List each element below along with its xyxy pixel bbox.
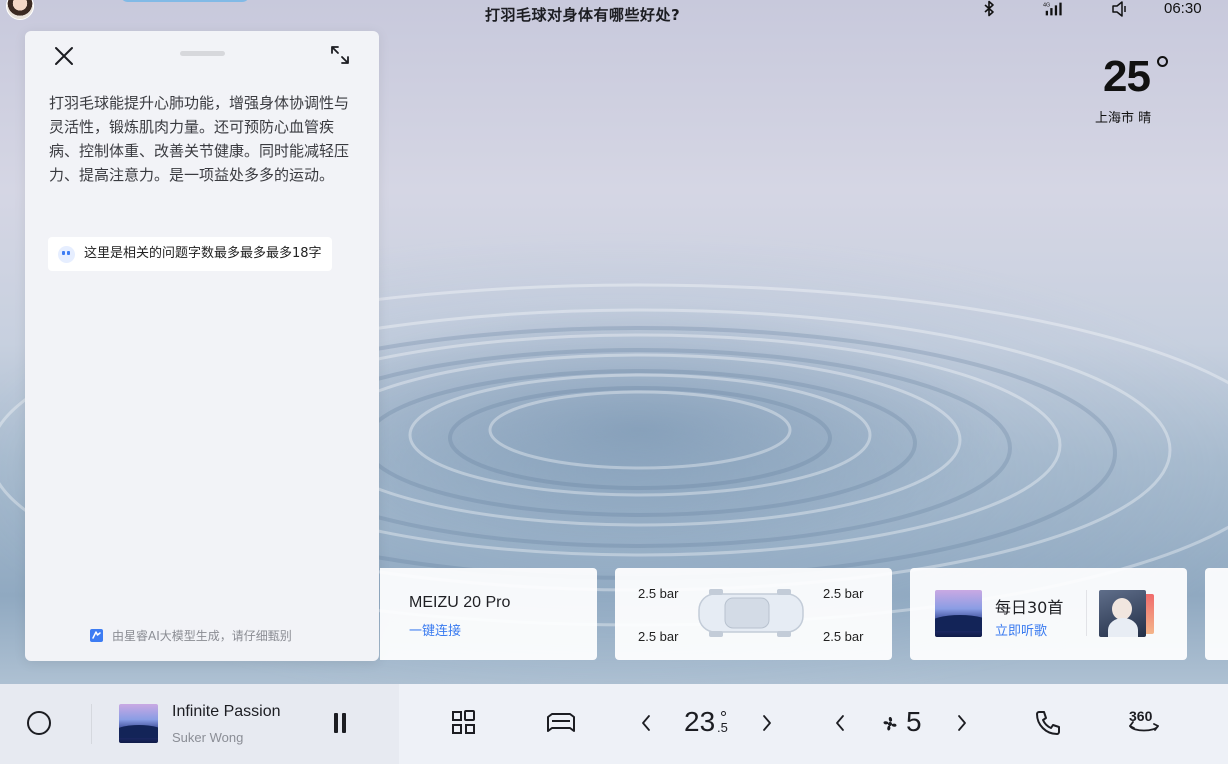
- tire-front-left: 2.5 bar: [638, 586, 679, 601]
- playlist-title: 每日30首: [995, 598, 1064, 617]
- divider: [91, 704, 92, 744]
- bluetooth-icon: [984, 0, 994, 17]
- tire-pressure-card[interactable]: 2.5 bar 2.5 bar 2.5 bar 2.5 bar: [615, 568, 892, 660]
- tire-rear-left: 2.5 bar: [638, 629, 679, 644]
- related-question-label: 这里是相关的问题字数最多最多最多18字: [84, 246, 322, 261]
- artist-photo[interactable]: [1099, 590, 1146, 637]
- status-bar: 打羽毛球对身体有哪些好处? 4G 06:30: [0, 0, 1228, 30]
- next-card[interactable]: [1205, 568, 1228, 660]
- degree-icon: [1157, 56, 1168, 67]
- degree-icon: [721, 711, 726, 716]
- tire-front-right: 2.5 bar: [823, 586, 864, 601]
- bottom-dock: Infinite Passion Suker Wong 23 .5 5 360: [0, 684, 1228, 764]
- ai-disclaimer: 由星睿AI大模型生成，请仔细甄别: [89, 627, 292, 644]
- camera-360-icon[interactable]: 360: [1125, 706, 1163, 740]
- cabin-temperature: 23: [684, 706, 716, 737]
- apps-grid-icon[interactable]: [449, 708, 479, 738]
- expand-icon[interactable]: [328, 43, 352, 67]
- weather-temperature: 25: [1103, 52, 1151, 101]
- weather-location: 上海市 晴: [1095, 111, 1152, 126]
- tire-rear-right: 2.5 bar: [823, 629, 864, 644]
- phone-name: MEIZU 20 Pro: [409, 594, 511, 611]
- home-icon[interactable]: [27, 711, 51, 735]
- drag-handle[interactable]: [180, 51, 225, 56]
- quote-icon: [58, 246, 75, 263]
- ai-disclaimer-text: 由星睿AI大模型生成，请仔细甄别: [112, 629, 292, 643]
- related-question-chip[interactable]: 这里是相关的问题字数最多最多最多18字: [48, 237, 332, 271]
- fan-speed: 5: [906, 706, 922, 737]
- clock: 06:30: [1164, 0, 1202, 17]
- now-playing-title: Infinite Passion: [172, 703, 281, 720]
- divider: [1086, 590, 1087, 636]
- temperature-decrease-icon[interactable]: [640, 714, 652, 732]
- svg-text:4G: 4G: [1043, 2, 1050, 8]
- playlist-cover: [935, 590, 982, 637]
- now-playing-artist: Suker Wong: [172, 730, 244, 745]
- music-recommend-card[interactable]: 每日30首 立即听歌: [910, 568, 1187, 660]
- now-playing-cover[interactable]: [119, 704, 158, 743]
- volume-icon: [1112, 1, 1126, 17]
- pause-icon[interactable]: [331, 713, 349, 735]
- phone-connect-card[interactable]: MEIZU 20 Pro 一键连接: [380, 568, 597, 660]
- signal-icon: 4G: [1043, 2, 1062, 16]
- fan-icon: [883, 716, 897, 731]
- close-icon[interactable]: [53, 45, 75, 67]
- user-avatar[interactable]: [6, 0, 34, 20]
- car-seat-icon[interactable]: [544, 708, 578, 738]
- car-top-view-icon: [698, 589, 804, 637]
- dock-media-section: Infinite Passion Suker Wong: [0, 684, 399, 764]
- cabin-temperature-decimal: .5: [717, 720, 728, 735]
- artist-photo-stack: [1146, 594, 1154, 634]
- listen-now-link[interactable]: 立即听歌: [995, 620, 1047, 639]
- ai-model-icon: [90, 629, 103, 642]
- voice-assistant-indicator: [120, 0, 250, 2]
- fan-increase-icon[interactable]: [956, 714, 968, 732]
- ai-answer-panel: 打羽毛球能提升心肺功能，增强身体协调性与灵活性，锻炼肌肉力量。还可预防心血管疾病…: [25, 31, 379, 661]
- ai-answer-text: 打羽毛球能提升心肺功能，增强身体协调性与灵活性，锻炼肌肉力量。还可预防心血管疾病…: [49, 94, 350, 184]
- phone-connect-link[interactable]: 一键连接: [409, 620, 461, 639]
- voice-query-text: 打羽毛球对身体有哪些好处?: [485, 6, 681, 24]
- fan-decrease-icon[interactable]: [834, 714, 846, 732]
- temperature-increase-icon[interactable]: [761, 714, 773, 732]
- phone-icon[interactable]: [1033, 708, 1063, 738]
